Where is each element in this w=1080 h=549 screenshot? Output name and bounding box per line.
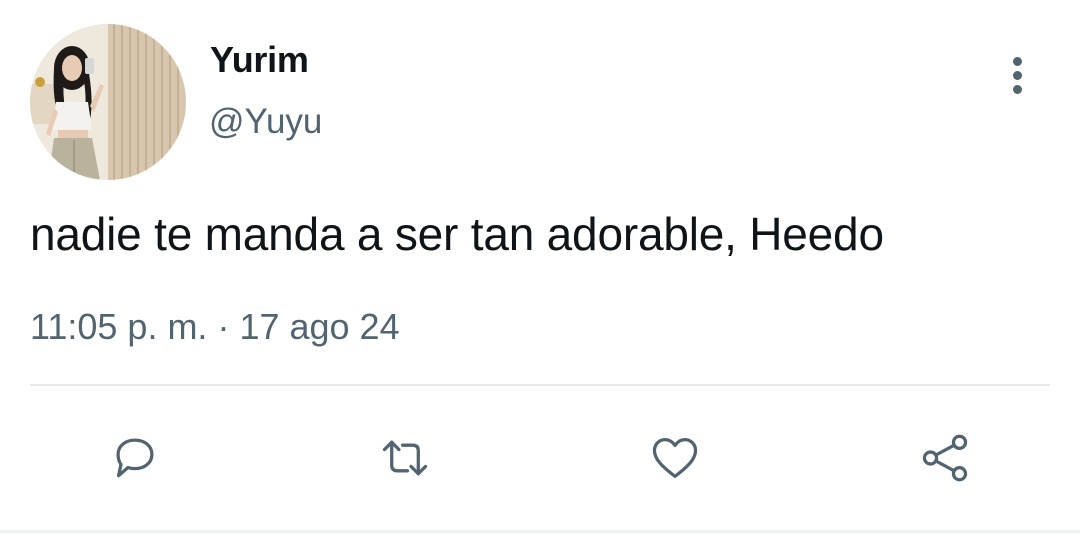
tweet-text: nadie te manda a ser tan adorable, Heedo [30,208,884,260]
more-options-icon-dot [1012,70,1022,80]
tweet-time: 11:05 p. m. [30,306,208,347]
more-options-icon-dot [1012,84,1022,94]
action-bar [0,428,1080,488]
like-button[interactable] [645,428,705,488]
tweet-timestamp[interactable]: 11:05 p. m. · 17 ago 24 [30,305,400,349]
reply-button[interactable] [105,428,165,488]
reply-bubble-icon [116,438,154,478]
bottom-border [0,530,1080,533]
avatar[interactable] [30,24,186,180]
tweet-card: Yurim @Yuyu nadie te manda a ser tan ado… [0,0,1080,549]
divider [30,384,1050,386]
more-options-icon [1012,56,1022,66]
more-options-button[interactable] [996,52,1038,98]
meta-separator: · [217,306,230,347]
retweet-icon [382,440,428,476]
user-handle[interactable]: @Yuyu [209,100,322,144]
share-icon [922,434,968,482]
display-name[interactable]: Yurim [210,38,309,82]
avatar-photo [30,24,186,180]
share-button[interactable] [915,428,975,488]
tweet-date: 17 ago 24 [239,306,400,347]
heart-icon [652,438,698,478]
retweet-button[interactable] [375,428,435,488]
